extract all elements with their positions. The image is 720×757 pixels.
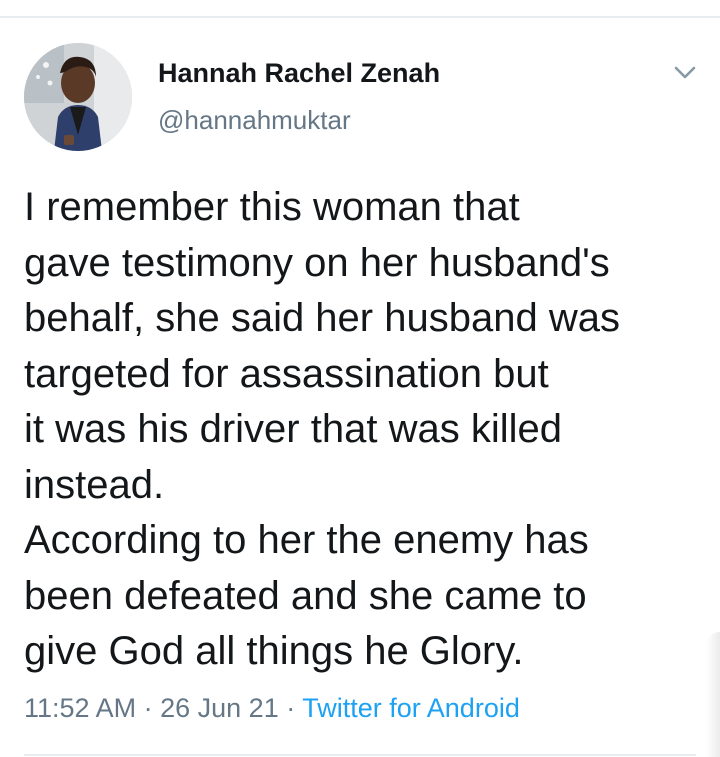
tweet-time[interactable]: 11:52 AM bbox=[24, 693, 136, 723]
tweet-date[interactable]: 26 Jun 21 bbox=[160, 693, 279, 723]
avatar[interactable] bbox=[24, 43, 132, 151]
tweet-text-line: According to her the enemy has bbox=[24, 518, 589, 562]
tweet-text-line: gave testimony on her husband's bbox=[24, 240, 610, 285]
author-display-name[interactable]: Hannah Rachel Zenah bbox=[158, 58, 440, 89]
meta-separator: · bbox=[286, 693, 296, 723]
author-handle[interactable]: @hannahmuktar bbox=[158, 105, 351, 136]
avatar-image bbox=[24, 43, 132, 151]
edge-shadow bbox=[706, 632, 720, 757]
bottom-divider bbox=[24, 754, 696, 756]
tweet-text-line: targeted for assassination but bbox=[24, 351, 549, 396]
more-options-button[interactable] bbox=[668, 56, 702, 90]
tweet-text-line: been defeated and she came to bbox=[24, 573, 587, 618]
tweet-text-line: give God all things he Glory. bbox=[24, 629, 524, 673]
tweet-meta: 11:52 AM · 26 Jun 21 · Twitter for Andro… bbox=[24, 693, 520, 724]
tweet-text: I remember this woman that gave testimon… bbox=[24, 180, 704, 680]
tweet-text-line: I remember this woman that bbox=[24, 185, 520, 229]
tweet-source-link[interactable]: Twitter for Android bbox=[302, 693, 520, 723]
chevron-down-icon bbox=[674, 66, 696, 79]
tweet-text-line: behalf, she said her husband was bbox=[24, 296, 620, 340]
tweet-text-line: instead. bbox=[24, 462, 165, 507]
meta-separator: · bbox=[143, 693, 153, 723]
top-divider bbox=[0, 16, 720, 18]
tweet-text-line: it was his driver that was killed bbox=[24, 407, 562, 451]
